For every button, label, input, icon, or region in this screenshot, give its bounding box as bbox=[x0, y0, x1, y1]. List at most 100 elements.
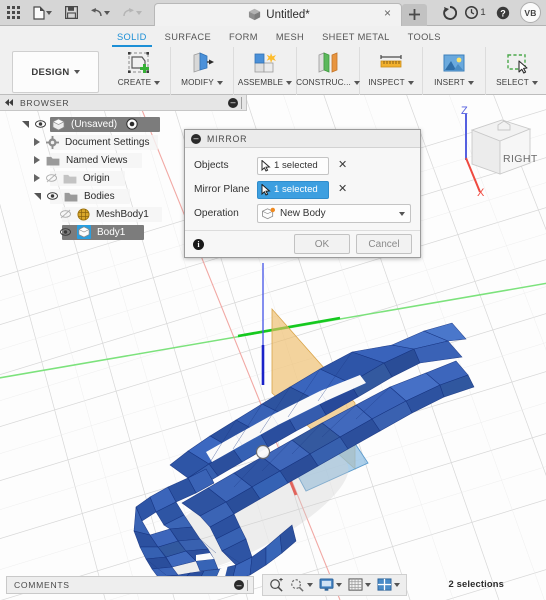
tab-sheet-metal[interactable]: SHEET METAL bbox=[313, 28, 399, 45]
comments-minimize-icon[interactable]: – bbox=[234, 580, 244, 590]
panel-insert[interactable]: INSERT bbox=[423, 47, 486, 95]
tab-mesh[interactable]: MESH bbox=[267, 28, 313, 45]
zoom-window-icon bbox=[291, 578, 304, 592]
undo-caret[interactable] bbox=[104, 10, 110, 15]
save-icon[interactable] bbox=[58, 0, 84, 26]
tab-tools[interactable]: TOOLS bbox=[399, 28, 450, 45]
display-settings-button[interactable] bbox=[317, 574, 344, 596]
panel-create[interactable]: CREATE bbox=[108, 47, 171, 95]
clear-mirror-plane-icon[interactable]: ✕ bbox=[338, 184, 347, 195]
tab-form[interactable]: FORM bbox=[220, 28, 267, 45]
display-settings-caret[interactable] bbox=[336, 583, 342, 587]
document-cube-icon bbox=[52, 117, 65, 131]
mirror-plane-value: 1 selected bbox=[274, 184, 318, 195]
panel-create-label: CREATE bbox=[117, 78, 152, 87]
cursor-arrow-icon bbox=[261, 159, 271, 172]
panel-insert-caret[interactable] bbox=[467, 80, 474, 85]
ribbon-toolbar: DESIGN SOLID SURFACE FORM MESH SHEET MET… bbox=[0, 26, 546, 95]
tab-surface[interactable]: SURFACE bbox=[156, 28, 220, 45]
panel-select[interactable]: SELECT bbox=[486, 47, 546, 95]
expander-closed-icon[interactable] bbox=[34, 156, 40, 164]
chevron-down-icon[interactable] bbox=[399, 211, 405, 216]
folder-icon bbox=[46, 156, 60, 166]
user-avatar[interactable]: VB bbox=[520, 2, 541, 23]
eye-icon[interactable] bbox=[60, 227, 71, 237]
expander-closed-icon[interactable] bbox=[34, 174, 40, 182]
grid-snaps-button[interactable] bbox=[346, 574, 373, 596]
tab-solid-label: SOLID bbox=[117, 31, 147, 42]
document-tab-strip: Untitled* × bbox=[148, 0, 437, 26]
notifications-icon[interactable]: 1 bbox=[464, 0, 489, 26]
appbar-right-icons: 1 ? VB bbox=[437, 0, 546, 26]
expander-open-icon[interactable] bbox=[34, 192, 41, 200]
tab-surface-label: SURFACE bbox=[164, 31, 212, 42]
document-tab-untitled[interactable]: Untitled* × bbox=[154, 2, 402, 26]
expander-open-icon[interactable] bbox=[22, 120, 29, 128]
ok-button[interactable]: OK bbox=[294, 234, 350, 254]
operation-label: Operation bbox=[194, 208, 239, 219]
gear-icon bbox=[46, 135, 59, 149]
panel-inspect[interactable]: INSPECT bbox=[360, 47, 423, 95]
info-icon[interactable]: i bbox=[193, 238, 204, 250]
workspace-selector[interactable]: DESIGN bbox=[12, 51, 99, 93]
comments-panel[interactable]: COMMENTS – bbox=[6, 576, 254, 594]
workspace-caret[interactable] bbox=[73, 70, 80, 74]
panel-construct[interactable]: CONSTRUC... bbox=[296, 47, 360, 95]
cancel-button[interactable]: Cancel bbox=[356, 234, 412, 254]
browser-minimize-icon[interactable]: – bbox=[228, 97, 238, 108]
expander-closed-icon[interactable] bbox=[34, 138, 40, 146]
create-sketch-icon bbox=[126, 49, 152, 77]
panel-create-caret[interactable] bbox=[154, 80, 161, 85]
new-file-caret[interactable] bbox=[45, 10, 52, 15]
redo-caret[interactable] bbox=[136, 10, 142, 15]
eye-icon[interactable] bbox=[47, 191, 58, 201]
mirror-dialog-header[interactable]: – MIRROR bbox=[185, 130, 420, 148]
eye-icon[interactable] bbox=[35, 119, 46, 129]
new-file-icon[interactable] bbox=[26, 0, 58, 26]
panel-resize-handle[interactable] bbox=[241, 96, 242, 109]
view-cube[interactable]: Z X RIGHT bbox=[436, 100, 542, 204]
insert-image-icon bbox=[441, 49, 467, 77]
tab-mesh-label: MESH bbox=[275, 31, 305, 42]
objects-select-field[interactable]: 1 selected bbox=[257, 156, 329, 175]
new-tab-button[interactable] bbox=[402, 3, 427, 26]
panel-inspect-caret[interactable] bbox=[407, 80, 414, 85]
tree-label-document-settings: Document Settings bbox=[65, 136, 150, 148]
mirror-plane-select-field[interactable]: 1 selected bbox=[257, 180, 329, 199]
close-icon[interactable]: × bbox=[381, 7, 394, 20]
tab-solid[interactable]: SOLID bbox=[108, 28, 156, 47]
sync-refresh-icon[interactable] bbox=[437, 0, 463, 26]
panel-inspect-label: INSPECT bbox=[368, 78, 405, 87]
clear-objects-icon[interactable]: ✕ bbox=[338, 160, 347, 171]
panel-select-caret[interactable] bbox=[531, 80, 538, 85]
eye-hidden-icon[interactable] bbox=[46, 173, 57, 183]
zoom-window-button[interactable] bbox=[288, 574, 315, 596]
eye-hidden-icon[interactable] bbox=[60, 209, 71, 219]
redo-icon[interactable] bbox=[116, 0, 148, 26]
comments-resize-handle[interactable] bbox=[247, 579, 248, 591]
undo-icon[interactable] bbox=[84, 0, 116, 26]
viewports-button[interactable] bbox=[375, 574, 402, 596]
viewports-caret[interactable] bbox=[394, 583, 400, 587]
operation-dropdown[interactable]: New Body bbox=[257, 204, 411, 223]
panel-assemble[interactable]: ASSEMBLE bbox=[234, 47, 297, 95]
panel-insert-label: INSERT bbox=[434, 78, 465, 87]
mirror-dialog-body: Objects 1 selected ✕ Mirror Plane 1 sele… bbox=[185, 148, 420, 230]
orbit-zoom-button[interactable] bbox=[267, 574, 286, 596]
mirror-dialog[interactable]: – MIRROR Objects 1 selected ✕ Mirror Pla… bbox=[184, 129, 421, 258]
panel-modify-caret[interactable] bbox=[216, 80, 223, 85]
grid-snaps-caret[interactable] bbox=[365, 583, 371, 587]
panel-modify[interactable]: MODIFY bbox=[171, 47, 234, 95]
dialog-collapse-icon[interactable]: – bbox=[191, 133, 201, 144]
origin-point-marker bbox=[255, 444, 271, 460]
tree-label-unsaved: (Unsaved) bbox=[71, 118, 118, 130]
activate-radio-icon[interactable] bbox=[126, 118, 138, 130]
help-icon[interactable]: ? bbox=[490, 0, 516, 26]
mesh-body-icon bbox=[77, 207, 90, 221]
panel-assemble-caret[interactable] bbox=[286, 80, 293, 85]
operation-row: Operation New Body bbox=[194, 202, 411, 225]
zoom-window-caret[interactable] bbox=[307, 583, 313, 587]
tab-tools-label: TOOLS bbox=[407, 31, 441, 42]
grid-apps-icon[interactable] bbox=[0, 0, 26, 26]
collapse-panel-icon[interactable] bbox=[4, 98, 15, 107]
